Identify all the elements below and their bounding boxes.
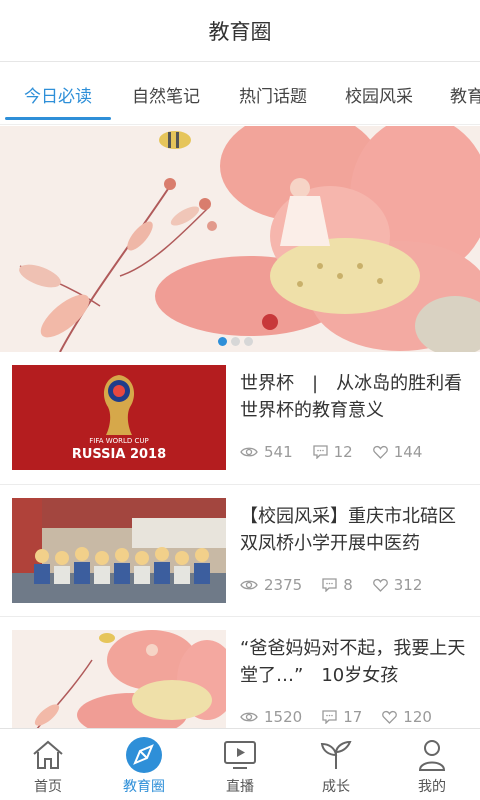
tabbar-education-circle[interactable]: 教育圈 bbox=[96, 729, 192, 800]
views-value: 1520 bbox=[264, 708, 303, 726]
likes-value: 312 bbox=[393, 576, 423, 594]
article-list: FIFA WORLD CUP RUSSIA 2018 世界杯 | 从冰岛的胜利看… bbox=[0, 352, 480, 728]
comments-value: 8 bbox=[343, 576, 353, 594]
article-item[interactable]: “爸爸妈妈对不起，我要上天堂了…” 10岁女孩 1520 17 120 bbox=[0, 617, 480, 728]
comment-icon bbox=[312, 445, 328, 459]
home-icon bbox=[31, 737, 65, 773]
carousel-dot[interactable] bbox=[231, 337, 240, 346]
comments-value: 12 bbox=[333, 443, 353, 461]
comment-icon bbox=[322, 710, 337, 724]
tabbar-growth[interactable]: 成长 bbox=[288, 729, 384, 800]
tab-nature-notes[interactable]: 自然笔记 bbox=[111, 63, 221, 124]
tabbar-home[interactable]: 首页 bbox=[0, 729, 96, 800]
tab-education[interactable]: 教育 bbox=[440, 63, 480, 124]
tabbar-label: 直播 bbox=[226, 779, 254, 795]
tabbar-live[interactable]: 直播 bbox=[192, 729, 288, 800]
likes-count[interactable]: 312 bbox=[372, 576, 423, 594]
article-meta: 1520 17 120 bbox=[240, 708, 452, 726]
views-count: 2375 bbox=[240, 576, 302, 594]
article-item[interactable]: FIFA WORLD CUP RUSSIA 2018 世界杯 | 从冰岛的胜利看… bbox=[0, 352, 480, 485]
tabbar-profile[interactable]: 我的 bbox=[384, 729, 480, 800]
carousel-dots bbox=[218, 337, 253, 346]
heart-icon bbox=[372, 578, 388, 592]
eye-icon bbox=[240, 712, 258, 722]
play-screen-icon bbox=[223, 737, 257, 773]
category-tabs: 今日必读 自然笔记 热门话题 校园风采 教育 bbox=[0, 63, 480, 125]
comment-icon bbox=[322, 578, 337, 592]
eye-icon bbox=[240, 447, 258, 457]
bottom-tab-bar: 首页 教育圈 直播 成长 我的 bbox=[0, 728, 480, 800]
article-item[interactable]: 【校园风采】重庆市北碚区双凤桥小学开展中医药 2375 8 312 bbox=[0, 485, 480, 617]
worldcup-caption: RUSSIA 2018 bbox=[71, 447, 167, 462]
tabbar-label: 首页 bbox=[34, 779, 62, 795]
tabbar-label: 我的 bbox=[418, 779, 446, 795]
comments-value: 17 bbox=[343, 708, 363, 726]
compass-icon bbox=[125, 737, 163, 773]
article-title[interactable]: “爸爸妈妈对不起，我要上天堂了…” 10岁女孩 bbox=[240, 635, 468, 689]
tab-campus[interactable]: 校园风采 bbox=[325, 63, 433, 124]
banner-illustration bbox=[0, 126, 480, 352]
comments-count: 12 bbox=[312, 443, 353, 461]
article-thumbnail-illustration bbox=[12, 630, 226, 728]
page-title: 教育圈 bbox=[208, 19, 272, 44]
flower-illustration-image bbox=[12, 630, 226, 728]
article-thumbnail-school bbox=[12, 498, 226, 603]
comments-count: 17 bbox=[322, 708, 362, 726]
article-thumbnail-worldcup: FIFA WORLD CUP RUSSIA 2018 bbox=[12, 365, 226, 470]
worldcup-caption-small: FIFA WORLD CUP bbox=[89, 437, 149, 445]
likes-value: 144 bbox=[393, 443, 423, 461]
carousel-dot[interactable] bbox=[218, 337, 227, 346]
views-count: 541 bbox=[240, 443, 293, 461]
heart-icon bbox=[382, 710, 398, 724]
carousel-dot[interactable] bbox=[244, 337, 253, 346]
article-title[interactable]: 世界杯 | 从冰岛的胜利看世界杯的教育意义 bbox=[240, 370, 468, 424]
heart-icon bbox=[372, 445, 388, 459]
app-header: 教育圈 bbox=[0, 0, 480, 62]
likes-value: 120 bbox=[403, 708, 432, 726]
likes-count[interactable]: 120 bbox=[382, 708, 432, 726]
sprout-icon bbox=[319, 737, 353, 773]
active-tab-indicator bbox=[5, 117, 111, 120]
views-value: 2375 bbox=[264, 576, 303, 594]
article-meta: 2375 8 312 bbox=[240, 576, 442, 594]
tab-today[interactable]: 今日必读 bbox=[5, 63, 111, 124]
eye-icon bbox=[240, 580, 258, 590]
article-title[interactable]: 【校园风采】重庆市北碚区双凤桥小学开展中医药 bbox=[240, 503, 468, 557]
banner-carousel[interactable] bbox=[0, 126, 480, 352]
tabbar-label: 教育圈 bbox=[123, 779, 165, 795]
views-value: 541 bbox=[264, 443, 293, 461]
tab-hot-topics[interactable]: 热门话题 bbox=[221, 63, 325, 124]
article-meta: 541 12 144 bbox=[240, 443, 442, 461]
user-icon bbox=[417, 737, 447, 773]
school-photo-image bbox=[12, 498, 226, 603]
tabbar-label: 成长 bbox=[322, 779, 350, 795]
comments-count: 8 bbox=[322, 576, 353, 594]
likes-count[interactable]: 144 bbox=[372, 443, 423, 461]
views-count: 1520 bbox=[240, 708, 302, 726]
